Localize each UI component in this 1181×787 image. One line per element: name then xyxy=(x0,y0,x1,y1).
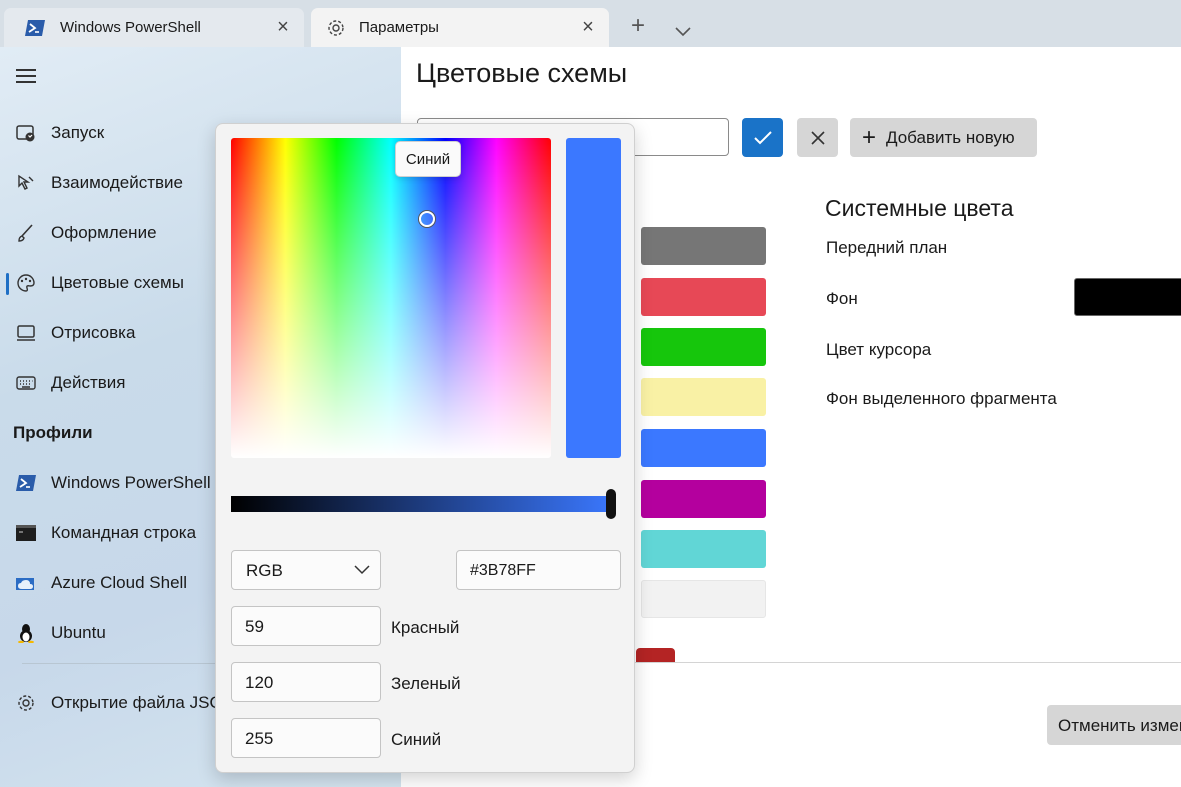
color-swatch[interactable] xyxy=(641,227,766,265)
tab-bar: Windows PowerShell × Параметры × + xyxy=(0,0,1181,47)
azure-icon xyxy=(15,572,37,594)
spectrum-cursor[interactable] xyxy=(419,210,436,227)
color-model-value: RGB xyxy=(246,561,283,580)
color-swatch[interactable] xyxy=(641,328,766,366)
blue-input[interactable]: 255 xyxy=(231,718,381,758)
sidebar-item-label: Открытие файла JSON xyxy=(51,693,235,712)
gear-icon xyxy=(325,17,347,39)
confirm-rename-button[interactable] xyxy=(742,118,783,157)
foreground-label: Передний план xyxy=(826,238,948,257)
red-input[interactable]: 59 xyxy=(231,606,381,646)
sidebar-item-label: Отрисовка xyxy=(51,323,136,342)
hamburger-menu-icon[interactable] xyxy=(16,69,36,87)
color-swatch[interactable] xyxy=(641,580,766,618)
brush-icon xyxy=(15,222,37,244)
blue-label: Синий xyxy=(391,730,442,749)
cmd-icon xyxy=(15,522,37,544)
system-colors-title: Системные цвета xyxy=(825,195,1014,221)
tab-windows-powershell[interactable]: Windows PowerShell × xyxy=(4,8,304,47)
close-icon[interactable]: × xyxy=(274,17,292,37)
sidebar-item-label: Запуск xyxy=(51,123,105,142)
startup-icon xyxy=(15,122,37,144)
background-color-swatch[interactable] xyxy=(1074,278,1181,316)
green-input[interactable]: 120 xyxy=(231,662,381,702)
page-title: Цветовые схемы xyxy=(416,58,628,88)
color-spectrum[interactable] xyxy=(231,138,551,458)
red-label: Красный xyxy=(391,618,460,637)
color-swatch[interactable] xyxy=(641,429,766,467)
new-tab-button[interactable]: + xyxy=(631,14,645,38)
selection-background-label: Фон выделенного фрагмента xyxy=(826,389,1057,408)
close-icon[interactable]: × xyxy=(579,17,597,37)
linux-icon xyxy=(15,622,37,644)
sidebar-item-label: Командная строка xyxy=(51,523,197,542)
color-swatch[interactable] xyxy=(641,480,766,518)
profiles-section-title: Профили xyxy=(13,423,93,442)
gear-icon xyxy=(15,692,37,714)
plus-icon: + xyxy=(862,123,877,151)
delete-button[interactable] xyxy=(636,648,675,662)
tab-label: Параметры xyxy=(359,19,439,36)
slider-thumb[interactable] xyxy=(606,489,616,519)
checkmark-icon xyxy=(753,130,772,144)
cancel-rename-button[interactable] xyxy=(797,118,838,157)
add-new-button[interactable]: + Добавить новую xyxy=(850,118,1037,157)
sidebar-item-label: Взаимодействие xyxy=(51,173,183,192)
color-preview xyxy=(566,138,621,458)
green-label: Зеленый xyxy=(391,674,461,693)
color-swatch[interactable] xyxy=(641,530,766,568)
color-swatch[interactable] xyxy=(641,378,766,416)
sidebar-item-label: Цветовые схемы xyxy=(51,273,184,292)
background-label: Фон xyxy=(826,289,858,308)
color-swatch[interactable] xyxy=(641,278,766,316)
powershell-icon xyxy=(24,17,46,39)
sidebar-item-label: Ubuntu xyxy=(51,623,106,642)
cancel-changes-button[interactable]: Отменить изменения xyxy=(1047,705,1181,745)
tab-settings[interactable]: Параметры × xyxy=(311,8,609,47)
color-name-tooltip: Синий xyxy=(395,141,461,177)
sidebar-item-label: Azure Cloud Shell xyxy=(51,573,188,592)
cursor-icon xyxy=(15,172,37,194)
add-new-label: Добавить новую xyxy=(886,127,1015,147)
color-picker-flyout: Синий RGB #3B78FF 59 Красный 120 Зеленый… xyxy=(215,123,635,773)
keyboard-icon xyxy=(15,372,37,394)
palette-icon xyxy=(15,272,37,294)
hex-input[interactable]: #3B78FF xyxy=(456,550,621,590)
chevron-down-icon[interactable] xyxy=(675,18,691,42)
cursor-color-label: Цвет курсора xyxy=(826,340,932,359)
sidebar-item-label: Windows PowerShell xyxy=(51,473,211,492)
sidebar-item-label: Оформление xyxy=(51,223,157,242)
brightness-slider[interactable] xyxy=(231,489,616,519)
color-model-select[interactable]: RGB xyxy=(231,550,381,590)
sidebar-item-label: Действия xyxy=(51,373,126,392)
chevron-down-icon xyxy=(354,565,370,575)
monitor-icon xyxy=(15,322,37,344)
powershell-icon xyxy=(15,472,37,494)
tab-label: Windows PowerShell xyxy=(60,19,201,36)
close-icon xyxy=(810,130,825,145)
